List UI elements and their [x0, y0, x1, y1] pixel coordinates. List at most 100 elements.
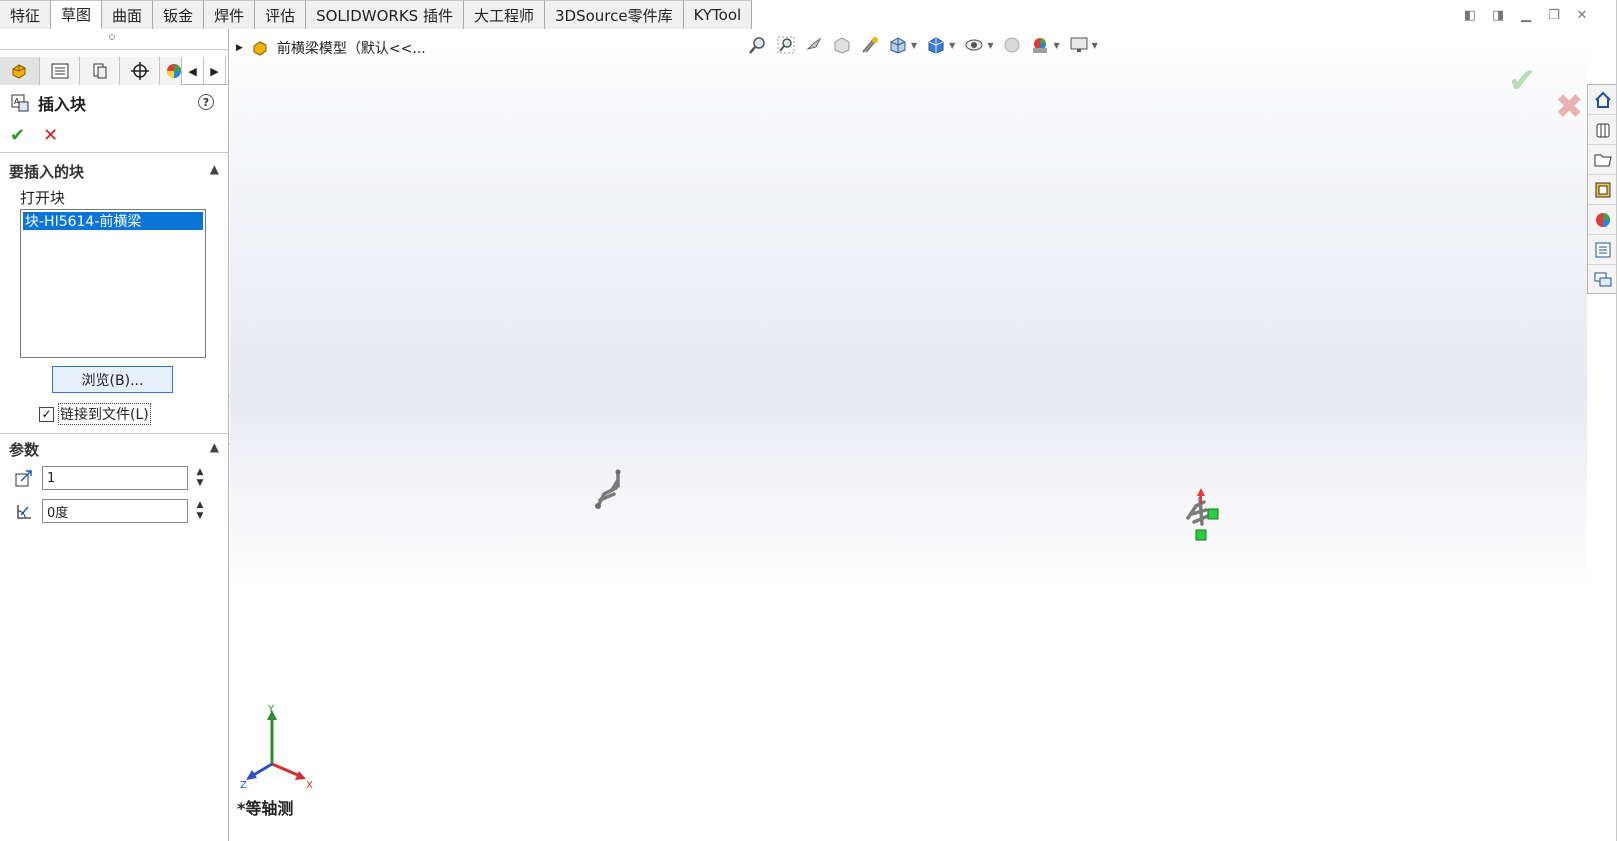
minimize-icon[interactable]: ▁	[1517, 6, 1535, 24]
dimxpert-manager-tab[interactable]	[120, 57, 160, 85]
section-view-icon[interactable]	[831, 34, 853, 56]
tabs-scroll-left-icon[interactable]: ◀	[182, 57, 204, 85]
panel-splitter-handle[interactable]	[109, 34, 115, 40]
confirm-corner-ok-icon[interactable]: ✔	[1508, 61, 1537, 101]
view-palette-icon[interactable]	[1588, 175, 1617, 205]
apply-scene-icon[interactable]	[1029, 34, 1051, 56]
property-manager-title-text: 插入块	[38, 95, 87, 114]
dropdown-arrow-icon[interactable]: ▼	[1053, 41, 1059, 50]
configuration-icon	[93, 63, 106, 79]
tab-3dsource[interactable]: 3DSource零件库	[544, 0, 684, 29]
property-manager-tab[interactable]	[40, 57, 80, 85]
tab-engineer[interactable]: 大工程师	[463, 0, 545, 29]
home-icon[interactable]	[1588, 85, 1617, 115]
spin-down-icon[interactable]: ▼	[197, 511, 204, 522]
edit-appearance-icon[interactable]	[1001, 34, 1023, 56]
feature-tree-icon	[12, 64, 25, 79]
custom-properties-icon[interactable]	[1588, 235, 1617, 265]
block-geometry-left[interactable]	[590, 464, 630, 516]
divider	[0, 152, 229, 153]
view-orientation-label: *等轴测	[237, 799, 294, 818]
feature-tree-flyout[interactable]: ▶ 前横梁模型（默认<<...	[236, 38, 426, 58]
list-item[interactable]: 块-HI5614-前横梁	[23, 212, 203, 230]
configuration-manager-tab[interactable]	[80, 57, 120, 85]
restore-icon[interactable]: ❐	[1545, 6, 1563, 24]
tab-kytool[interactable]: KYTool	[683, 0, 753, 29]
design-library-icon[interactable]	[1588, 115, 1617, 145]
spin-up-icon[interactable]: ▲	[197, 467, 204, 478]
dropdown-arrow-icon[interactable]: ▼	[987, 41, 993, 50]
manager-tabs: ◀ ▶	[0, 57, 229, 85]
view-orientation-icon[interactable]	[887, 34, 909, 56]
graphics-area[interactable]: ▶ 前横梁模型（默认<<... ▼ ▼ ▼ ▼ ▼ ✔ ✖ Y X Z *等轴测	[230, 29, 1587, 841]
tab-sketch[interactable]: 草图	[51, 0, 103, 29]
params-group-title: 参数	[9, 440, 40, 459]
block-insert-preview[interactable]	[1180, 484, 1228, 546]
command-manager-tabs: 特征 草图 曲面 钣金 焊件 评估 SOLIDWORKS 插件 大工程师 3DS…	[0, 0, 753, 29]
left-panel: ◀ ▶ A 插入块 ? ✔ ✕ 要插入的块 ▲ 打开块 块-HI5614-前横梁…	[0, 29, 229, 841]
triad-x-label: X	[306, 780, 313, 791]
confirm-corner-cancel-icon[interactable]: ✖	[1555, 87, 1584, 127]
browse-button[interactable]: 浏览(B)...	[52, 366, 173, 393]
tab-evaluate[interactable]: 评估	[255, 0, 307, 29]
open-blocks-list[interactable]: 块-HI5614-前横梁	[20, 209, 206, 358]
tab-features[interactable]: 特征	[0, 0, 52, 29]
tab-solidworks-addins[interactable]: SOLIDWORKS 插件	[306, 0, 464, 29]
solidworks-window: 特征 草图 曲面 钣金 焊件 评估 SOLIDWORKS 插件 大工程师 3DS…	[0, 0, 1617, 841]
link-to-file-row: ✓ 链接到文件(L)	[39, 403, 151, 425]
ok-button[interactable]: ✔	[10, 125, 25, 146]
help-icon[interactable]: ?	[198, 94, 214, 110]
divider	[0, 433, 229, 434]
property-manager-title: A 插入块	[10, 91, 86, 115]
angle-spinner[interactable]: ▲ ▼	[194, 500, 206, 522]
open-blocks-label: 打开块	[20, 189, 66, 207]
zoom-to-fit-icon[interactable]	[747, 34, 769, 56]
scale-icon	[14, 468, 34, 488]
tile-right-icon[interactable]: ◨	[1489, 6, 1507, 24]
previous-view-icon[interactable]	[803, 34, 825, 56]
dropdown-arrow-icon[interactable]: ▼	[911, 41, 917, 50]
scale-row: 1 ▲ ▼	[14, 466, 206, 490]
ok-cancel-group: ✔ ✕	[10, 125, 58, 146]
display-style-icon[interactable]	[925, 34, 947, 56]
close-icon[interactable]: ✕	[1573, 6, 1591, 24]
link-to-file-checkbox[interactable]: ✓	[39, 406, 54, 422]
triad-z-label: Z	[240, 780, 247, 791]
divider	[0, 49, 229, 50]
params-group-header[interactable]: 参数 ▲	[0, 436, 229, 462]
feature-manager-tab[interactable]	[0, 57, 40, 85]
angle-input[interactable]: 0度	[42, 499, 188, 523]
display-manager-tab[interactable]	[160, 57, 182, 85]
tab-surfaces[interactable]: 曲面	[102, 0, 154, 29]
link-to-file-label[interactable]: 链接到文件(L)	[58, 403, 151, 425]
dynamic-annotation-icon[interactable]	[859, 34, 881, 56]
scale-input[interactable]: 1	[42, 466, 188, 490]
reference-triad: Y X Z	[240, 704, 313, 791]
triad-y-label: Y	[267, 704, 275, 715]
hide-show-items-icon[interactable]	[963, 34, 985, 56]
spin-down-icon[interactable]: ▼	[197, 478, 204, 489]
model-name[interactable]: 前横梁模型（默认<<...	[277, 38, 426, 58]
dropdown-arrow-icon[interactable]: ▼	[1092, 41, 1098, 50]
scale-spinner[interactable]: ▲ ▼	[194, 467, 206, 489]
cancel-button[interactable]: ✕	[43, 125, 58, 146]
tab-weldments[interactable]: 焊件	[204, 0, 256, 29]
angle-row: 0度 ▲ ▼	[14, 499, 206, 523]
zoom-to-area-icon[interactable]	[775, 34, 797, 56]
task-pane-tabs	[1587, 84, 1617, 294]
blocks-group-header[interactable]: 要插入的块 ▲	[0, 158, 229, 184]
forum-icon[interactable]	[1588, 265, 1617, 295]
tab-sheet-metal[interactable]: 钣金	[153, 0, 205, 29]
tabs-scroll-right-icon[interactable]: ▶	[204, 57, 226, 85]
blocks-group-title: 要插入的块	[9, 162, 85, 181]
expand-arrow-icon[interactable]: ▶	[236, 43, 243, 53]
chevron-up-icon[interactable]: ▲	[210, 162, 219, 176]
dropdown-arrow-icon[interactable]: ▼	[949, 41, 955, 50]
appearances-icon[interactable]	[1588, 205, 1617, 235]
view-settings-icon[interactable]	[1068, 34, 1090, 56]
color-wheel-icon	[166, 64, 181, 78]
tile-left-icon[interactable]: ◧	[1461, 6, 1479, 24]
file-explorer-icon[interactable]	[1588, 145, 1617, 175]
chevron-up-icon[interactable]: ▲	[210, 440, 219, 454]
spin-up-icon[interactable]: ▲	[197, 500, 204, 511]
